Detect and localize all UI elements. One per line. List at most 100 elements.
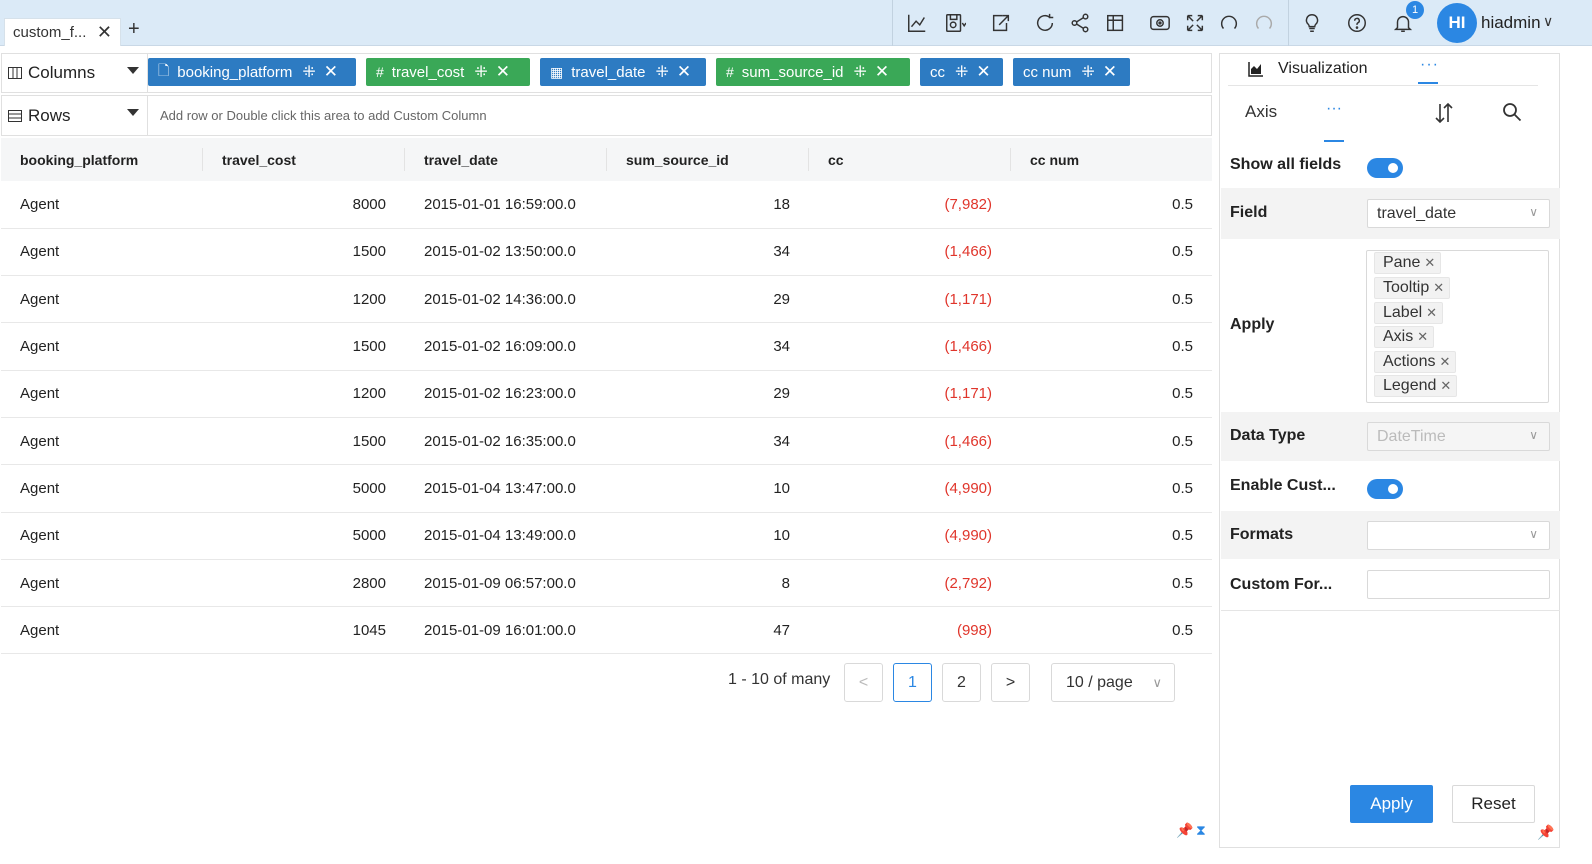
move-icon[interactable]: ⁜ [302, 62, 315, 82]
apply-chip[interactable]: Pane ✕ [1374, 252, 1442, 274]
pill-travel-date[interactable]: ▦ travel_date ⁜ ✕ [540, 58, 706, 86]
apply-chip[interactable]: Tooltip ✕ [1374, 277, 1451, 299]
pill-cc-num[interactable]: cc num ⁜ ✕ [1013, 58, 1130, 86]
rows-shelf-label[interactable]: Rows [2, 96, 148, 135]
apply-multiselect[interactable]: Pane ✕ Tooltip ✕ Label ✕ Axis ✕ Actions ✕ Leg… [1366, 250, 1549, 403]
tab-custom[interactable]: custom_f... ✕ [4, 18, 121, 46]
layout-icon[interactable] [1103, 10, 1129, 36]
rows-shelf[interactable]: Rows Add row or Double click this area t… [1, 95, 1212, 136]
pin-icon[interactable]: 📌 [1537, 824, 1554, 841]
columns-shelf[interactable]: Columns 🗋 booking_platform ⁜ ✕ # travel_… [1, 53, 1212, 93]
table-row[interactable]: Agent 1500 2015-01-02 16:35:00.0 34 (1,466) 0… [1, 417, 1212, 466]
close-icon[interactable]: ✕ [97, 22, 112, 43]
cell-travel-cost: 1200 [203, 370, 405, 418]
rows-hint[interactable]: Add row or Double click this area to add… [160, 108, 487, 123]
move-icon[interactable]: ⁜ [655, 62, 668, 82]
sort-icon[interactable] [1434, 102, 1454, 129]
tab-more-properties[interactable]: ··· [1326, 100, 1342, 118]
tab-axis[interactable]: Axis [1245, 102, 1277, 122]
undo-icon[interactable] [1216, 10, 1242, 36]
apply-chip[interactable]: Label ✕ [1374, 302, 1444, 324]
column-header[interactable]: cc num [1011, 138, 1212, 181]
table-row[interactable]: Agent 1200 2015-01-02 16:23:00.0 29 (1,171) 0… [1, 370, 1212, 418]
search-icon[interactable] [1502, 102, 1522, 127]
table-row[interactable]: Agent 5000 2015-01-04 13:49:00.0 10 (4,990) 0… [1, 512, 1212, 560]
table-row[interactable]: Agent 1500 2015-01-02 13:50:00.0 34 (1,466) 0… [1, 228, 1212, 277]
field-select[interactable]: travel_date ∨ [1367, 199, 1550, 228]
cell-sum-source-id: 18 [607, 181, 809, 229]
tab-visualization[interactable]: Visualization [1248, 60, 1368, 78]
close-icon[interactable]: ✕ [496, 62, 510, 82]
column-header[interactable]: booking_platform [1, 138, 203, 181]
column-header[interactable]: cc [809, 138, 1011, 181]
prev-page-button[interactable]: < [844, 663, 883, 702]
fullscreen-icon[interactable] [1182, 10, 1208, 36]
table-row[interactable]: Agent 1200 2015-01-02 14:36:00.0 29 (1,171) 0… [1, 275, 1212, 324]
lightbulb-icon[interactable] [1299, 10, 1325, 36]
save-icon[interactable] [942, 10, 968, 36]
formats-select[interactable]: ∨ [1367, 521, 1550, 550]
table-row[interactable]: Agent 2800 2015-01-09 06:57:00.0 8 (2,792) 0.… [1, 559, 1212, 608]
close-icon[interactable]: ✕ [324, 62, 338, 82]
column-header[interactable]: travel_cost [203, 138, 405, 181]
page-size-select[interactable]: 10 / page ∨ [1051, 663, 1175, 702]
refresh-icon[interactable] [1032, 10, 1058, 36]
columns-label: Columns [28, 63, 96, 82]
show-all-fields-toggle[interactable] [1367, 158, 1403, 178]
pill-cc[interactable]: cc ⁜ ✕ [920, 58, 1003, 86]
close-icon[interactable]: ✕ [1103, 62, 1117, 82]
pin-icon[interactable]: 📌 [1176, 822, 1193, 839]
move-icon[interactable]: ⁜ [854, 62, 867, 82]
enable-custom-toggle[interactable] [1367, 479, 1403, 499]
caret-down-icon[interactable] [127, 109, 139, 116]
help-icon[interactable] [1344, 10, 1370, 36]
share-icon[interactable] [1067, 10, 1093, 36]
tab-more-options[interactable]: ··· [1420, 56, 1439, 74]
reset-button[interactable]: Reset [1452, 785, 1535, 823]
columns-shelf-label[interactable]: Columns [2, 54, 148, 92]
redo-icon[interactable] [1251, 10, 1277, 36]
apply-chip[interactable]: Legend ✕ [1374, 375, 1458, 397]
move-icon[interactable]: ⁜ [955, 62, 968, 82]
custom-format-input[interactable] [1367, 570, 1550, 599]
pill-label: sum_source_id [741, 63, 844, 81]
cell-travel-date: 2015-01-02 16:35:00.0 [405, 417, 607, 466]
export-icon[interactable] [988, 10, 1014, 36]
apply-chip[interactable]: Axis ✕ [1374, 326, 1435, 348]
pill-sum-source-id[interactable]: # sum_source_id ⁜ ✕ [716, 58, 910, 86]
line-chart-icon[interactable] [904, 10, 930, 36]
pill-label: booking_platform [177, 63, 293, 81]
table-row[interactable]: Agent 8000 2015-01-01 16:59:00.0 18 (7,982) 0… [1, 181, 1212, 229]
area-chart-icon [1248, 62, 1263, 77]
close-icon[interactable]: ✕ [875, 62, 889, 82]
close-icon[interactable]: ✕ [677, 62, 691, 82]
chevron-down-icon[interactable]: ∨ [1543, 13, 1553, 30]
apply-chip[interactable]: Actions ✕ [1374, 351, 1457, 373]
cell-travel-cost: 1200 [203, 275, 405, 324]
close-icon[interactable]: ✕ [976, 62, 990, 82]
preview-icon[interactable] [1147, 10, 1173, 36]
avatar[interactable]: HI [1437, 3, 1477, 43]
caret-down-icon[interactable] [127, 67, 139, 74]
column-header[interactable]: sum_source_id [607, 138, 809, 181]
table-row[interactable]: Agent 1500 2015-01-02 16:09:00.0 34 (1,466) 0… [1, 322, 1212, 371]
cell-booking-platform: Agent [1, 181, 203, 229]
column-header[interactable]: travel_date [405, 138, 607, 181]
close-icon: ✕ [1440, 378, 1452, 393]
cell-cc: (4,990) [809, 464, 1011, 513]
table-header-row: booking_platform travel_cost travel_date… [1, 138, 1212, 181]
table-row[interactable]: Agent 5000 2015-01-04 13:47:00.0 10 (4,990) 0… [1, 464, 1212, 513]
apply-button[interactable]: Apply [1350, 785, 1433, 823]
page-1-button[interactable]: 1 [893, 663, 932, 702]
pill-travel-cost[interactable]: # travel_cost ⁜ ✕ [366, 58, 530, 86]
move-icon[interactable]: ⁜ [474, 62, 487, 82]
username[interactable]: hiadmin [1481, 13, 1541, 33]
move-icon[interactable]: ⁜ [1081, 62, 1094, 82]
next-page-button[interactable]: > [991, 663, 1030, 702]
add-tab-button[interactable]: + [128, 18, 140, 41]
table-row[interactable]: Agent 1045 2015-01-09 16:01:00.0 47 (998) 0.5 [1, 606, 1212, 655]
page-size-value: 10 / page [1066, 673, 1133, 691]
page-2-button[interactable]: 2 [942, 663, 981, 702]
close-icon: ✕ [1426, 305, 1438, 320]
pill-booking-platform[interactable]: 🗋 booking_platform ⁜ ✕ [148, 58, 356, 86]
